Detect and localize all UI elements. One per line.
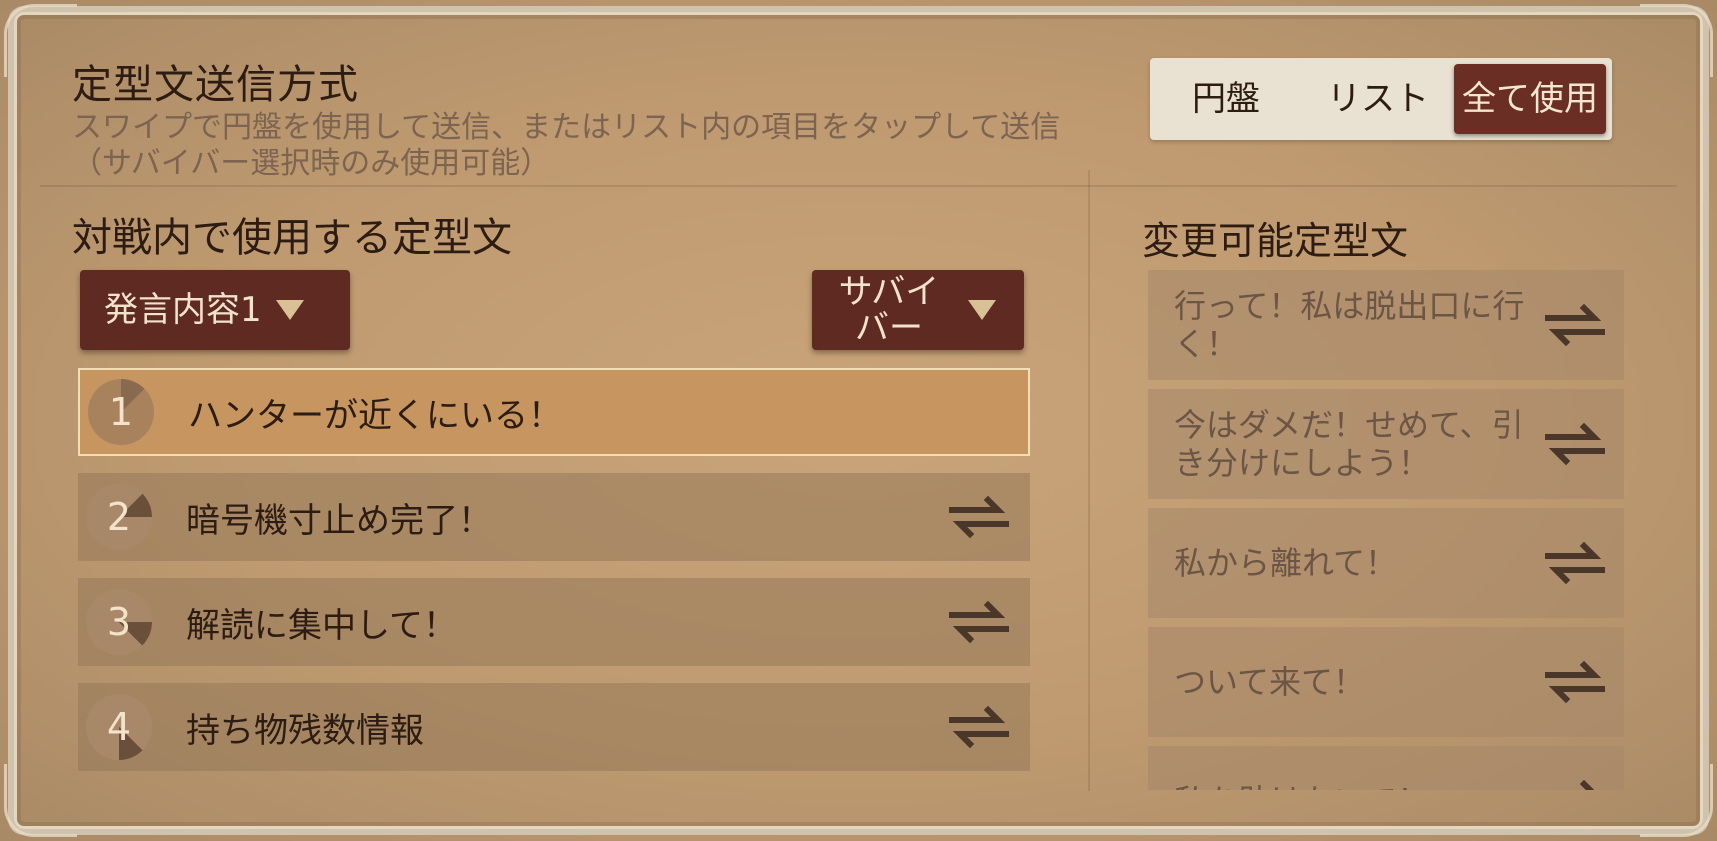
swap-arrows-icon[interactable] <box>1544 779 1606 790</box>
triangle-down-icon <box>968 300 996 320</box>
settings-panel: 定型文送信方式 スワイプで円盤を使用して送信、またはリスト内の項目をタップして送… <box>0 0 1717 841</box>
changeable-phrase-item[interactable]: ついて来て！ <box>1148 627 1624 737</box>
phrase-text: 暗号機寸止め完了！ <box>186 500 492 541</box>
changeable-phrase-item[interactable]: 私を助けないで！ <box>1148 746 1624 790</box>
disc-slot-number: 4 <box>86 694 152 760</box>
changeable-phrase-text: 私を助けないで！ <box>1174 782 1534 790</box>
send-mode-switch: 円盤 リスト 全て使用 <box>1150 58 1612 140</box>
swap-arrows-icon[interactable] <box>1544 422 1606 466</box>
triangle-down-icon <box>275 300 304 320</box>
swap-arrows-icon[interactable] <box>1544 541 1606 585</box>
mode-option-all[interactable]: 全て使用 <box>1454 64 1606 134</box>
corner-ornament-top-left <box>4 4 77 77</box>
changeable-phrase-item[interactable]: 今はダメだ！せめて、引き分けにしよう！ <box>1148 389 1624 499</box>
phrase-row[interactable]: 3 解読に集中して！ <box>78 578 1030 666</box>
changeable-phrase-text: ついて来て！ <box>1174 663 1366 701</box>
changeable-phrase-list: 行って！私は脱出口に行く！ 今はダメだ！せめて、引き分けにしよう！ 私から離れて… <box>1148 270 1624 790</box>
role-dropdown[interactable]: サバイバー <box>812 270 1024 350</box>
phrase-row[interactable]: 1 ハンターが近くにいる！ <box>78 368 1030 456</box>
corner-ornament-top-right <box>1640 4 1713 77</box>
swap-arrows-icon[interactable] <box>1544 660 1606 704</box>
changeable-phrases-title: 変更可能定型文 <box>1142 219 1409 263</box>
role-dropdown-label: サバイバー <box>838 272 940 348</box>
disc-slot-number: 3 <box>86 589 152 655</box>
in-match-phrases-title: 対戦内で使用する定型文 <box>72 215 512 261</box>
changeable-phrase-item[interactable]: 行って！私は脱出口に行く！ <box>1148 270 1624 380</box>
phrase-text: ハンターが近くにいる！ <box>188 395 562 436</box>
divider-vertical <box>1088 170 1090 791</box>
changeable-phrase-text: 行って！私は脱出口に行く！ <box>1174 287 1525 363</box>
page-description: スワイプで円盤を使用して送信、またはリスト内の項目をタップして送信（サバイバー選… <box>72 110 1061 181</box>
in-match-phrase-list: 1 ハンターが近くにいる！ 2 暗号機寸止め完了！ 3 解読に集中して！ 4 持… <box>78 368 1030 788</box>
swap-arrows-icon[interactable] <box>1544 303 1606 347</box>
corner-ornament-bottom-left <box>4 764 77 837</box>
disc-slot-number: 2 <box>86 484 152 550</box>
phrase-text: 解読に集中して！ <box>186 605 457 646</box>
mode-option-list[interactable]: リスト <box>1302 64 1454 134</box>
corner-ornament-bottom-right <box>1640 764 1713 837</box>
changeable-phrase-text: 私から離れて！ <box>1174 544 1398 582</box>
disc-slot-number: 1 <box>88 379 154 445</box>
phrase-text: 持ち物残数情報 <box>186 710 424 751</box>
divider-horizontal <box>40 185 1677 187</box>
mode-option-disc[interactable]: 円盤 <box>1150 64 1302 134</box>
swap-arrows-icon[interactable] <box>948 495 1010 539</box>
phrase-set-dropdown-label: 発言内容1 <box>104 290 262 330</box>
phrase-row[interactable]: 2 暗号機寸止め完了！ <box>78 473 1030 561</box>
swap-arrows-icon[interactable] <box>948 705 1010 749</box>
page-title: 定型文送信方式 <box>72 62 359 108</box>
swap-arrows-icon[interactable] <box>948 600 1010 644</box>
phrase-set-dropdown[interactable]: 発言内容1 <box>80 270 350 350</box>
changeable-phrase-text: 今はダメだ！せめて、引き分けにしよう！ <box>1174 406 1524 482</box>
changeable-phrase-item[interactable]: 私から離れて！ <box>1148 508 1624 618</box>
phrase-row[interactable]: 4 持ち物残数情報 <box>78 683 1030 771</box>
